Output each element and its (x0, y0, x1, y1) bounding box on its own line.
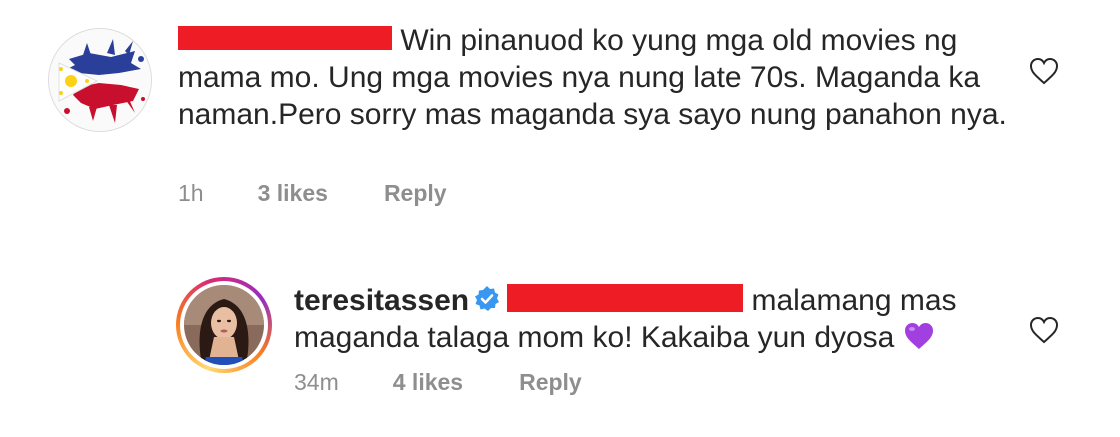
heart-outline-icon[interactable] (1028, 56, 1060, 86)
avatar (184, 285, 264, 365)
comment-likes[interactable]: 3 likes (258, 180, 328, 207)
comment-time: 1h (178, 180, 204, 206)
heart-outline-icon[interactable] (1028, 315, 1060, 345)
redacted-username (178, 26, 392, 51)
comment-likes[interactable]: 4 likes (393, 369, 463, 396)
comment-time: 34m (294, 369, 339, 395)
redacted-mention (507, 284, 744, 313)
comment-body: Win pinanuod ko yung mga old movies ng m… (178, 22, 1008, 133)
purple-heart-icon (904, 323, 933, 350)
philippine-flag-splash-icon (49, 29, 151, 131)
comment-meta: 1h 3 likes Reply (178, 180, 447, 207)
avatar[interactable] (48, 28, 152, 132)
verified-badge-icon (475, 286, 500, 312)
comment-meta: 34m 4 likes Reply (294, 369, 582, 396)
reply-button[interactable]: Reply (519, 369, 582, 396)
profile-photo-icon (184, 285, 264, 365)
story-ring[interactable] (176, 277, 272, 373)
comment-body: teresitassen malamang mas maganda talaga… (294, 282, 994, 356)
comment-username[interactable]: teresitassen (294, 284, 469, 317)
reply-button[interactable]: Reply (384, 180, 447, 207)
